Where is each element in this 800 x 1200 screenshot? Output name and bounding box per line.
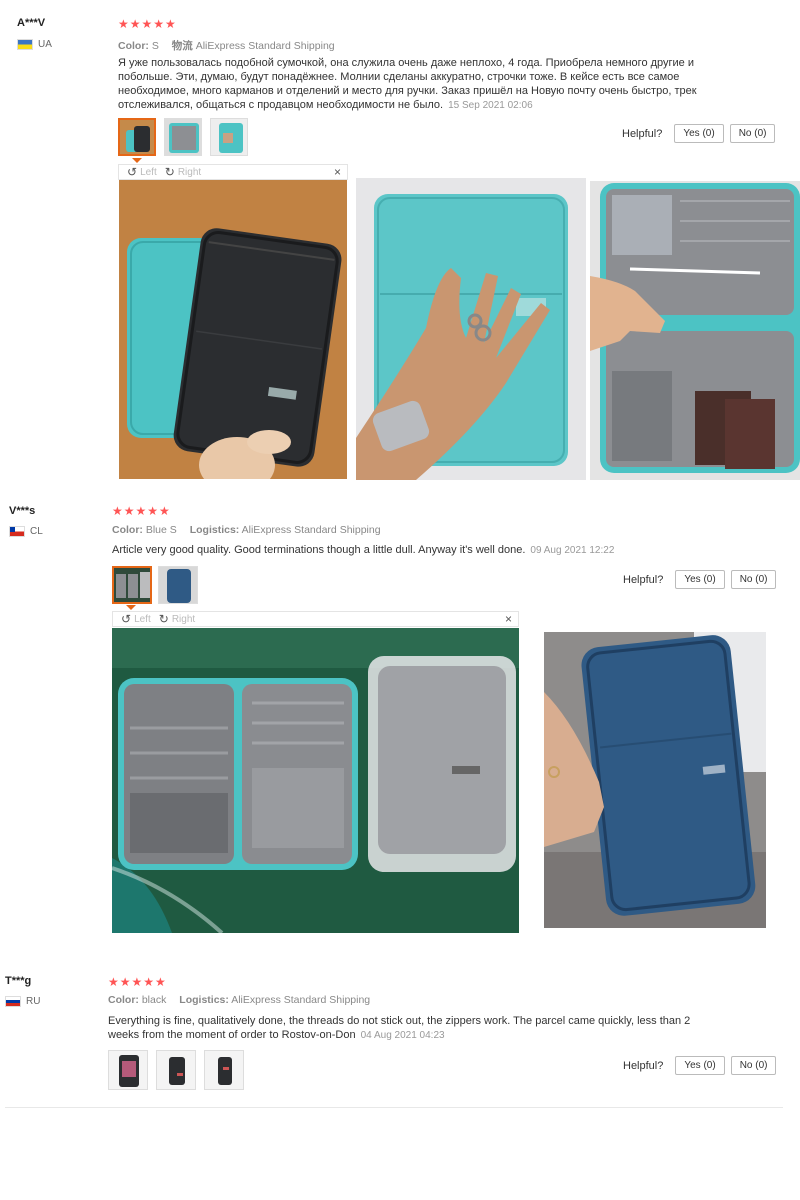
rotate-left-icon: ↺ (121, 612, 132, 626)
rotate-right-icon: ↻ (158, 612, 169, 626)
thumbnail-image (205, 1051, 243, 1089)
review-meta: Color: Blue S Logistics: AliExpress Stan… (112, 524, 381, 536)
helpful-no-button[interactable]: No (0) (730, 570, 777, 589)
thumbnail-image (109, 1051, 147, 1089)
review-body: Article very good quality. Good terminat… (112, 544, 526, 556)
review-date: 04 Aug 2021 04:23 (360, 1030, 445, 1041)
thumbnail-2[interactable] (158, 566, 198, 604)
review-photo-2 (544, 632, 766, 928)
photo-three-cases-table (112, 628, 519, 933)
thumbnail-2[interactable] (156, 1050, 196, 1090)
review-text: Я уже пользовалась подобной сумочкой, он… (118, 56, 703, 113)
review-text: Everything is fine, qualitatively done, … (108, 1014, 703, 1043)
reviewer-name: T***g (5, 975, 32, 987)
color-label: Color: (108, 994, 139, 1006)
rotate-left-label: Left (134, 613, 151, 625)
color-label: Color: (112, 524, 143, 536)
review-text: Article very good quality. Good terminat… (112, 543, 712, 558)
thumbnail-image (159, 567, 197, 603)
photo-teal-case-hand (356, 178, 586, 480)
rotate-left-button[interactable]: ↺ Left (127, 165, 157, 179)
helpful-label: Helpful? (623, 1059, 664, 1072)
review-photo-1 (112, 628, 519, 933)
rating-stars: ★★★★★ (118, 17, 177, 31)
rating-stars: ★★★★★ (112, 504, 171, 518)
close-viewer-button[interactable]: × (334, 165, 341, 179)
helpful-label: Helpful? (623, 573, 664, 586)
thumbnail-1[interactable] (118, 118, 156, 156)
review-meta: Color: black Logistics: AliExpress Stand… (108, 994, 370, 1006)
thumbnail-3[interactable] (210, 118, 248, 156)
helpful-vote: Helpful? Yes (0) No (0) (622, 124, 776, 143)
review-date: 15 Sep 2021 02:06 (448, 100, 533, 111)
country-code: RU (26, 996, 41, 1007)
reviewer-country: CL (9, 526, 43, 537)
logistics-label: 物流 (171, 40, 193, 52)
logistics-label: Logistics: (179, 994, 229, 1006)
country-code: CL (30, 526, 43, 537)
rotate-right-icon: ↻ (164, 165, 175, 179)
review-photo-2 (356, 178, 586, 480)
rotate-left-button[interactable]: ↺ Left (121, 612, 151, 626)
thumbnail-1[interactable] (108, 1050, 148, 1090)
color-value: black (141, 994, 167, 1006)
reviewer-country: UA (17, 39, 52, 50)
review-photo-3 (590, 181, 800, 480)
rotate-left-label: Left (140, 166, 157, 178)
active-thumbnail-caret (132, 158, 142, 163)
rotate-left-icon: ↺ (127, 165, 138, 179)
thumbnail-2[interactable] (164, 118, 202, 156)
flag-cl-icon (9, 526, 25, 537)
review-body: Я уже пользовалась подобной сумочкой, он… (118, 57, 697, 111)
thumbnail-image (114, 568, 150, 602)
photo-black-teal-cases (119, 180, 347, 479)
logistics-label: Logistics: (189, 524, 240, 536)
helpful-vote: Helpful? Yes (0) No (0) (623, 570, 777, 589)
active-thumbnail-caret (126, 605, 136, 610)
close-viewer-button[interactable]: × (505, 612, 512, 626)
rotate-right-button[interactable]: ↻ Right (165, 165, 201, 179)
logistics-value: AliExpress Standard Shipping (231, 994, 371, 1006)
helpful-no-button[interactable]: No (0) (730, 1056, 777, 1075)
image-viewer-toolbar: ↺ Left ↻ Right × (118, 164, 348, 180)
review-thumbnails (118, 118, 248, 156)
thumbnail-1[interactable] (112, 566, 152, 604)
country-code: UA (38, 39, 52, 50)
thumbnail-image (157, 1051, 195, 1089)
reviewer-name: V***s (9, 505, 36, 517)
review-photo-1 (119, 180, 347, 479)
logistics-value: AliExpress Standard Shipping (241, 524, 381, 536)
rating-stars: ★★★★★ (108, 975, 167, 989)
helpful-yes-button[interactable]: Yes (0) (675, 570, 725, 589)
photo-open-case-interior (590, 181, 800, 480)
color-value: S (151, 40, 159, 52)
thumbnail-image (165, 119, 201, 155)
image-viewer-toolbar: ↺ Left ↻ Right × (112, 611, 519, 627)
helpful-yes-button[interactable]: Yes (0) (674, 124, 724, 143)
reviewer-name: A***V (17, 17, 46, 29)
reviewer-country: RU (5, 996, 40, 1007)
flag-ru-icon (5, 996, 21, 1007)
helpful-vote: Helpful? Yes (0) No (0) (623, 1056, 777, 1075)
thumbnail-image (120, 120, 154, 154)
helpful-no-button[interactable]: No (0) (729, 124, 776, 143)
rotate-right-button[interactable]: ↻ Right (159, 612, 195, 626)
photo-navy-case-hand (544, 632, 766, 928)
review-thumbnails (108, 1050, 244, 1090)
thumbnail-image (211, 119, 247, 155)
rotate-right-label: Right (171, 613, 196, 625)
thumbnail-3[interactable] (204, 1050, 244, 1090)
review-thumbnails (112, 566, 198, 604)
helpful-yes-button[interactable]: Yes (0) (675, 1056, 725, 1075)
review-meta: Color: S 物流 AliExpress Standard Shipping (118, 38, 335, 53)
flag-ua-icon (17, 39, 33, 50)
helpful-label: Helpful? (622, 127, 663, 140)
logistics-value: AliExpress Standard Shipping (195, 40, 335, 52)
color-value: Blue S (145, 524, 177, 536)
color-label: Color: (118, 40, 149, 52)
review-date: 09 Aug 2021 12:22 (530, 545, 615, 556)
rotate-right-label: Right (177, 166, 202, 178)
review-divider (5, 1107, 783, 1108)
